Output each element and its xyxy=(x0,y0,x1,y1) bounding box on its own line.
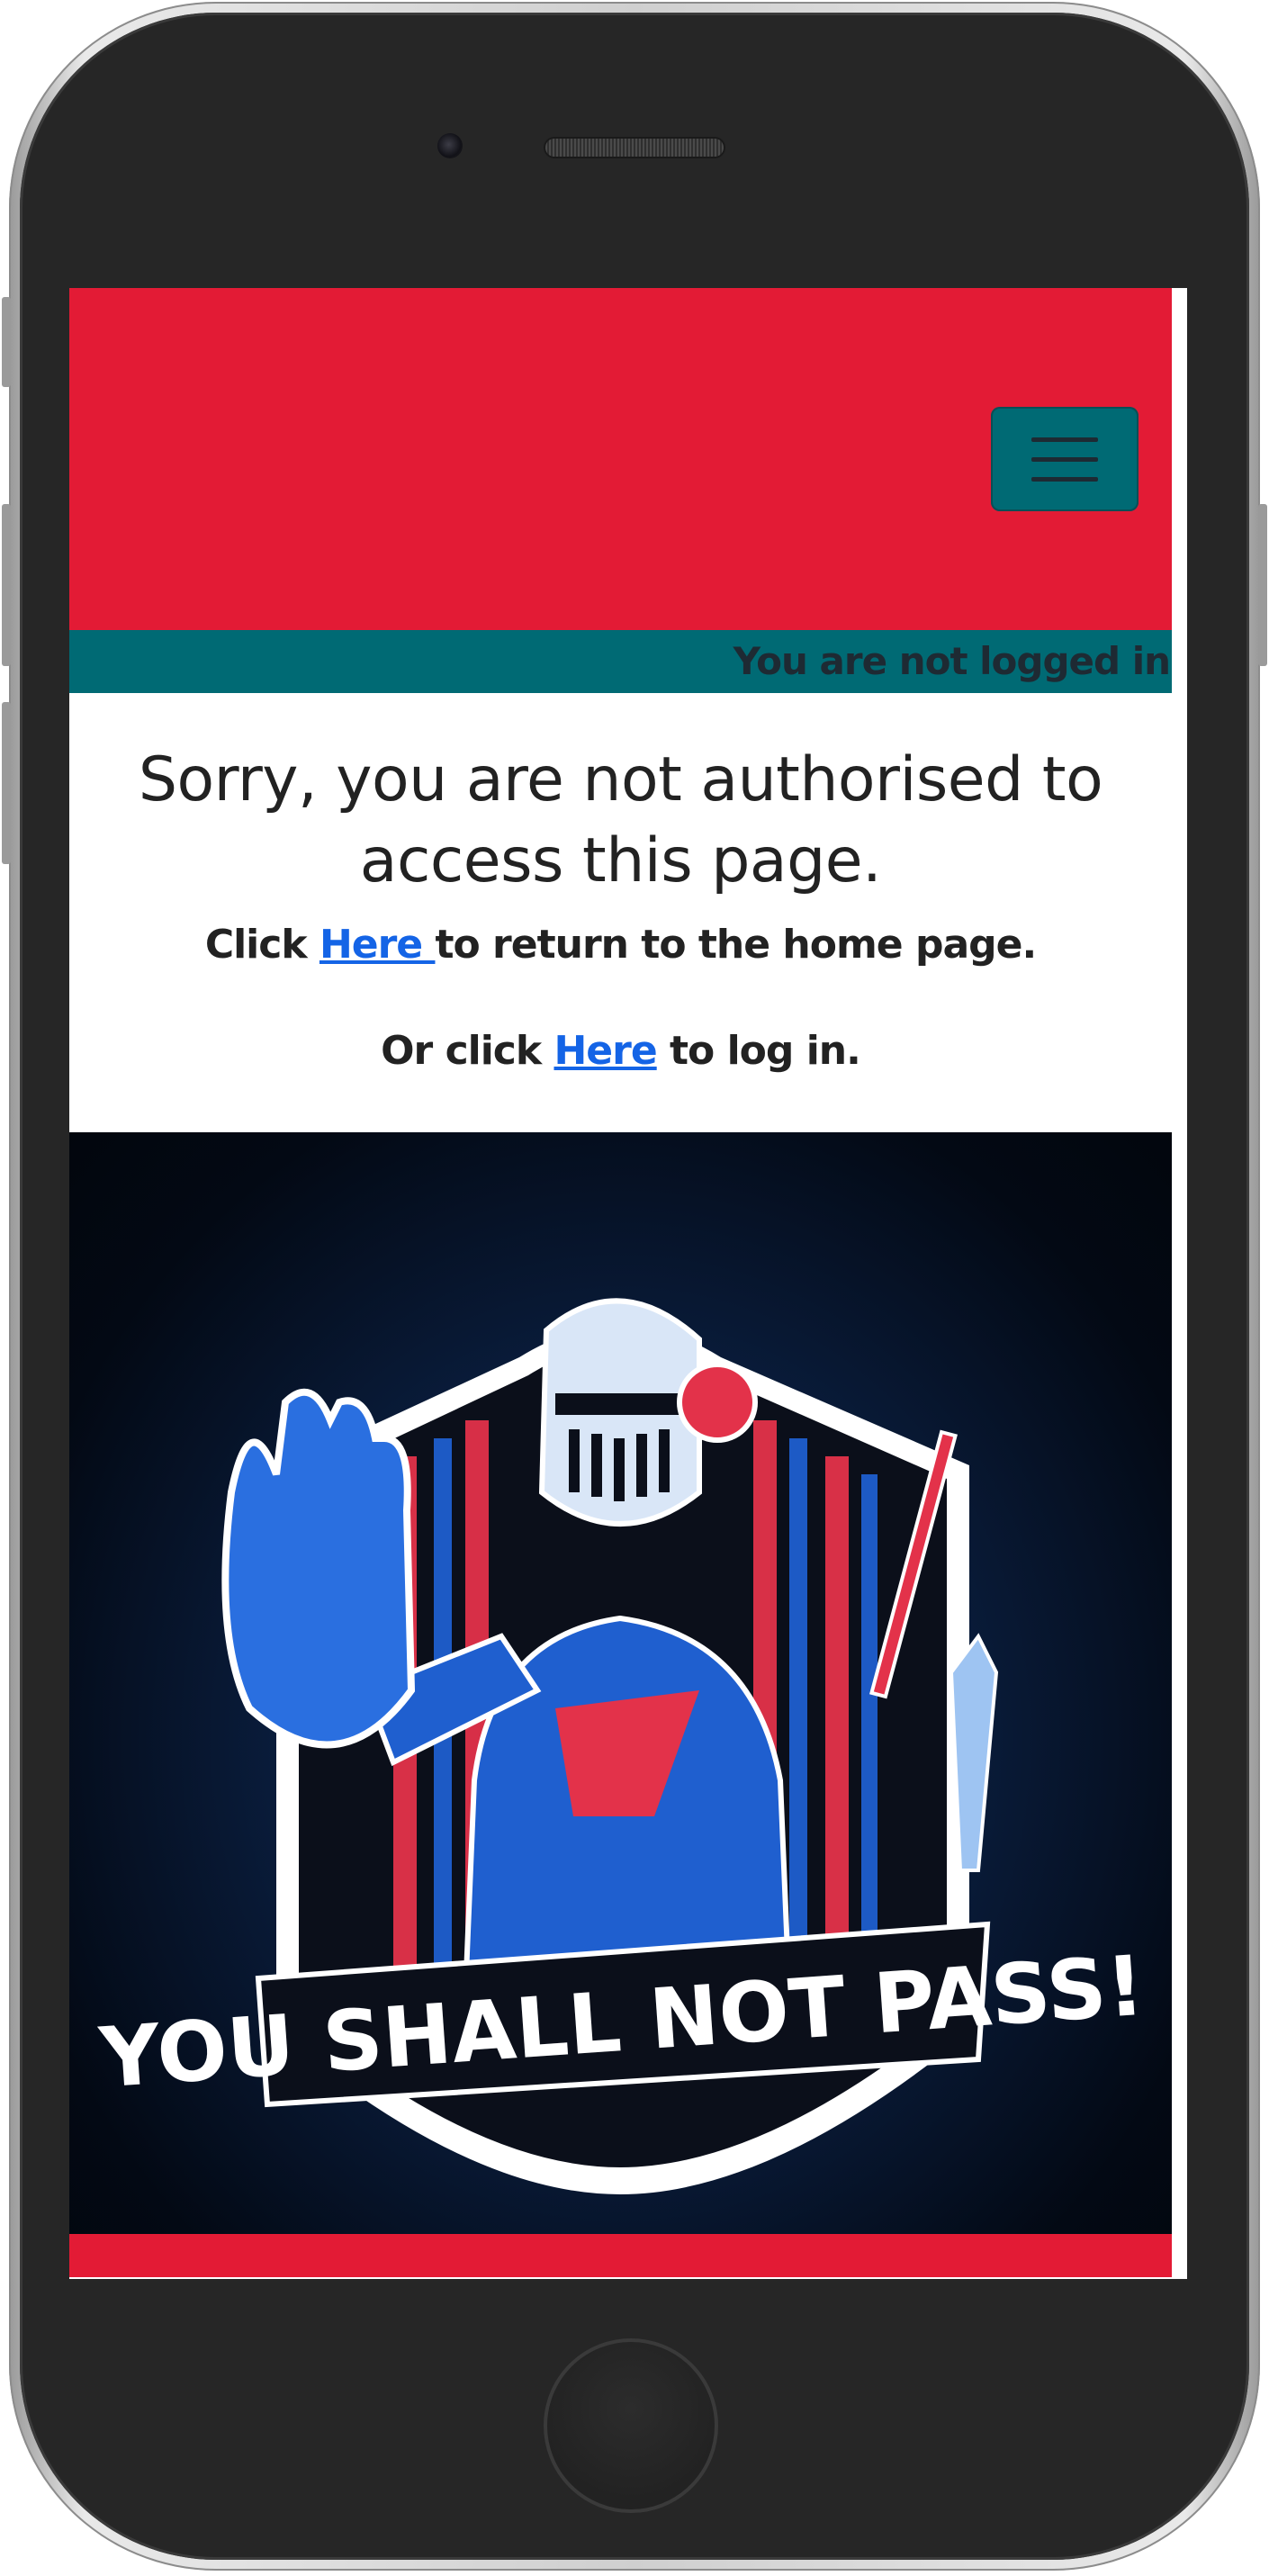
main-content: Sorry, you are not authorised to access … xyxy=(69,693,1172,1134)
login-status-bar: You are not logged in xyxy=(69,630,1172,693)
hamburger-icon xyxy=(1031,456,1098,462)
knight-hero-image: YOU SHALL NOT PASS! xyxy=(69,1132,1172,2234)
earpiece-speaker xyxy=(545,139,724,157)
login-line-prefix: Or click xyxy=(381,1028,554,1074)
login-line-suffix: to log in. xyxy=(656,1028,861,1074)
home-line-prefix: Click xyxy=(204,922,320,968)
home-link[interactable]: Here xyxy=(320,922,436,968)
phone-side-button xyxy=(2,702,11,864)
knight-illustration: YOU SHALL NOT PASS! xyxy=(96,1298,1148,2194)
phone-side-button xyxy=(2,504,11,666)
login-link-line: Or click Here to log in. xyxy=(69,1028,1172,1074)
hamburger-icon xyxy=(1031,437,1098,442)
login-link[interactable]: Here xyxy=(554,1028,657,1074)
footer-strip xyxy=(69,2234,1172,2277)
screen: You are not logged in Sorry, you are not… xyxy=(69,288,1187,2279)
phone-side-button xyxy=(2,297,11,387)
phone-side-button xyxy=(1258,504,1267,666)
dagger xyxy=(949,1633,999,1872)
page-title: Sorry, you are not authorised to access … xyxy=(138,744,1103,896)
front-camera xyxy=(437,133,463,158)
hamburger-icon xyxy=(1031,476,1098,482)
headphone-icon xyxy=(677,1362,758,1443)
screen-edge xyxy=(1172,288,1187,2279)
home-line-suffix: to return to the home page. xyxy=(435,922,1037,968)
home-link-line: Click Here to return to the home page. xyxy=(69,922,1172,968)
navbar xyxy=(69,288,1172,630)
raised-hand xyxy=(221,1388,416,1749)
helmet-visor xyxy=(555,1393,690,1415)
menu-toggle-button[interactable] xyxy=(991,407,1138,511)
login-status-text: You are not logged in xyxy=(733,639,1171,683)
home-button[interactable] xyxy=(544,2338,718,2513)
